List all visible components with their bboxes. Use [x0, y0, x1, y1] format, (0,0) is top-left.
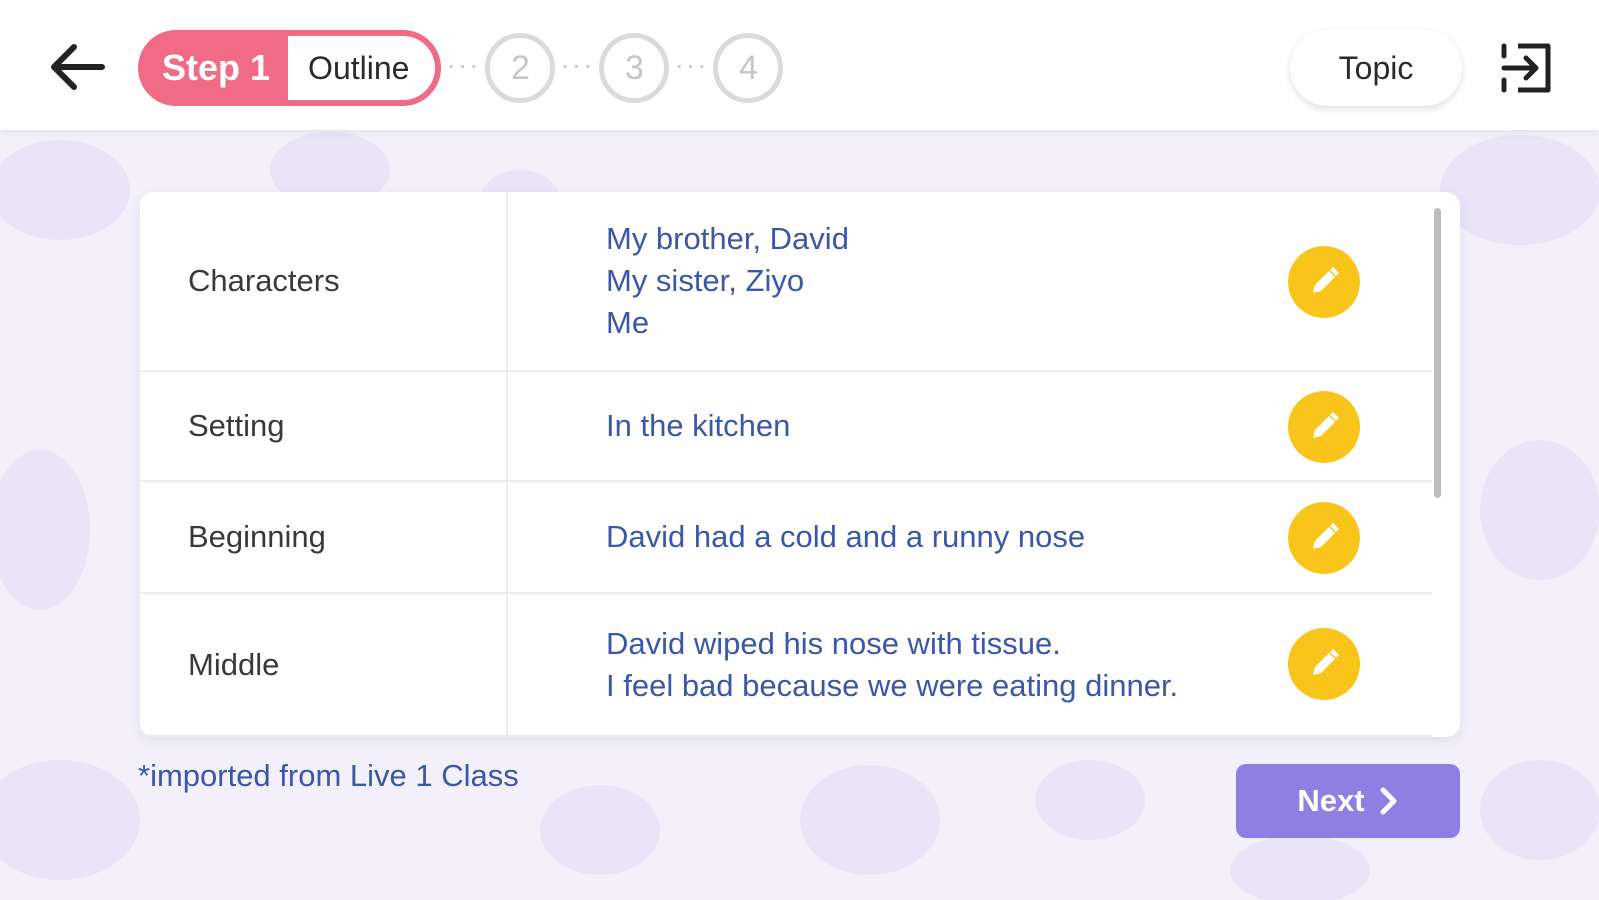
- arrow-left-icon: [51, 44, 105, 90]
- step-1-outline[interactable]: Step 1 Outline: [138, 30, 442, 106]
- value-line: I feel bad because we were eating dinner…: [606, 667, 1179, 703]
- top-bar: Step 1 Outline ··· 2 ··· 3 ··· 4 Topic: [0, 0, 1599, 130]
- edit-button-characters[interactable]: [1288, 246, 1360, 318]
- back-button[interactable]: [38, 32, 114, 102]
- step-separator: ···: [674, 49, 709, 80]
- value-line: In the kitchen: [606, 408, 791, 443]
- next-button[interactable]: Next: [1236, 764, 1460, 838]
- topic-button[interactable]: Topic: [1290, 30, 1462, 106]
- exit-icon: [1501, 43, 1551, 93]
- outline-row-setting: Setting In the kitchen: [140, 372, 1432, 482]
- value-line: David wiped his nose with tissue.: [606, 625, 1061, 661]
- value-line: David had a cold and a runny nose: [606, 519, 1086, 554]
- step-2[interactable]: 2: [485, 33, 556, 103]
- step-separator: ···: [446, 49, 481, 80]
- pencil-icon: [1313, 523, 1339, 549]
- outline-row-middle: Middle David wiped his nose with tissue.…: [140, 594, 1432, 737]
- chevron-right-icon: [1380, 787, 1397, 815]
- step-1-name: Outline: [288, 36, 436, 100]
- row-value: My brother, David My sister, Ziyo Me: [606, 192, 1266, 370]
- row-label: Middle: [140, 594, 508, 735]
- value-line: Me: [606, 305, 650, 340]
- row-label: Characters: [140, 192, 508, 370]
- next-label: Next: [1297, 783, 1365, 818]
- pencil-icon: [1313, 649, 1339, 675]
- row-value: David had a cold and a runny nose: [606, 482, 1266, 592]
- step-3[interactable]: 3: [599, 33, 670, 103]
- value-line: My sister, Ziyo: [606, 263, 805, 298]
- value-line: My brother, David: [606, 221, 849, 256]
- pencil-icon: [1313, 412, 1339, 438]
- step-separator: ···: [560, 49, 595, 80]
- row-label: Setting: [140, 372, 508, 480]
- step-1-label: Step 1: [162, 47, 271, 88]
- row-value: David wiped his nose with tissue. I feel…: [606, 594, 1306, 735]
- outline-table: Characters My brother, David My sister, …: [140, 192, 1460, 737]
- outline-row-beginning: Beginning David had a cold and a runny n…: [140, 482, 1432, 594]
- row-label: Beginning: [140, 482, 508, 592]
- pencil-icon: [1313, 267, 1339, 293]
- import-note: *imported from Live 1 Class: [138, 758, 519, 793]
- row-value: In the kitchen: [606, 372, 1266, 480]
- outline-row-characters: Characters My brother, David My sister, …: [140, 192, 1432, 372]
- step-4[interactable]: 4: [713, 33, 784, 103]
- scrollbar-thumb[interactable]: [1434, 208, 1441, 498]
- edit-button-middle[interactable]: [1288, 628, 1360, 700]
- step-progress: Step 1 Outline ··· 2 ··· 3 ··· 4: [138, 30, 784, 106]
- edit-button-beginning[interactable]: [1288, 502, 1360, 574]
- exit-button[interactable]: [1494, 36, 1558, 100]
- edit-button-setting[interactable]: [1288, 391, 1360, 463]
